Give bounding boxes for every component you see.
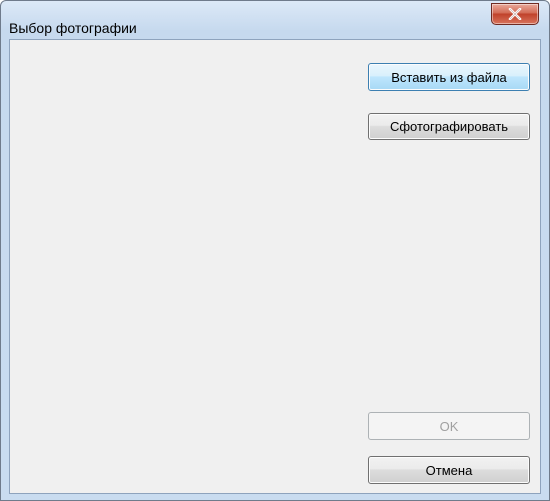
ok-button[interactable]: OK: [368, 412, 530, 440]
dialog-client-area: Вставить из файла Сфотографировать OK От…: [9, 39, 541, 494]
dialog-window: Выбор фотографии Вставить из файла Сфото…: [0, 0, 550, 501]
close-icon: [508, 8, 522, 20]
window-title: Выбор фотографии: [9, 20, 137, 36]
title-bar[interactable]: Выбор фотографии: [1, 1, 549, 39]
insert-from-file-button[interactable]: Вставить из файла: [368, 63, 530, 91]
cancel-button[interactable]: Отмена: [368, 456, 530, 484]
close-button[interactable]: [491, 3, 539, 25]
photo-preview-area: [10, 40, 358, 493]
take-photo-button[interactable]: Сфотографировать: [368, 113, 530, 140]
